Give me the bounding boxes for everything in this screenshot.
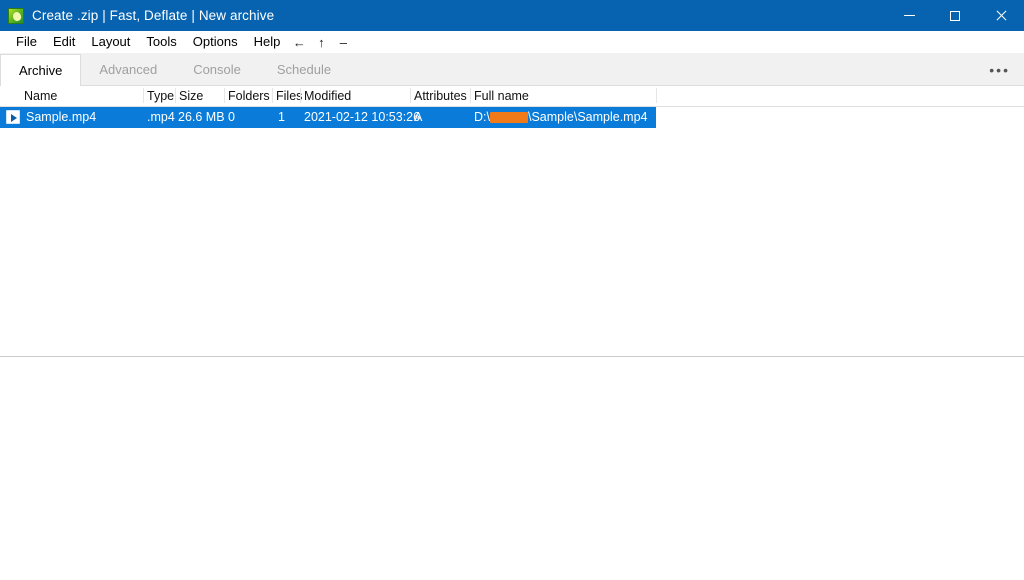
maximize-button[interactable] <box>932 0 978 31</box>
menu-item-help[interactable]: Help <box>246 32 289 52</box>
cell-name: Sample.mp4 <box>26 110 97 124</box>
tab-archive[interactable]: Archive <box>0 54 82 86</box>
cell-modified: 2021-02-12 10:53:26 <box>304 110 421 124</box>
column-header-size[interactable]: Size <box>179 89 203 103</box>
menu-item-options[interactable]: Options <box>185 32 246 52</box>
close-icon <box>995 10 1007 22</box>
cell-size: 26.6 MB <box>178 110 225 124</box>
file-list-header: Name Type Size Folders Files Modified At… <box>0 86 1024 107</box>
fullname-suffix: \Sample\Sample.mp4 <box>527 110 648 124</box>
column-header-files[interactable]: Files <box>276 89 302 103</box>
table-row[interactable]: Sample.mp4 .mp4 26.6 MB 0 1 2021-02-12 1… <box>0 107 656 128</box>
minimize-button[interactable] <box>886 0 932 31</box>
fullname-prefix: D:\ <box>474 110 490 124</box>
cell-files: 1 <box>278 110 285 124</box>
menu-item-file[interactable]: File <box>8 32 45 52</box>
redacted-path-segment <box>489 112 528 124</box>
column-header-folders[interactable]: Folders <box>228 89 270 103</box>
video-file-icon <box>6 110 20 124</box>
menu-bar: File Edit Layout Tools Options Help ← ↑ … <box>0 31 1024 53</box>
tab-strip: Archive Advanced Console Schedule ••• <box>0 53 1024 86</box>
file-list: Name Type Size Folders Files Modified At… <box>0 86 1024 356</box>
menu-item-edit[interactable]: Edit <box>45 32 83 52</box>
peazip-icon <box>8 7 24 24</box>
window-title: Create .zip | Fast, Deflate | New archiv… <box>32 8 275 23</box>
cell-fullname: D:\ \Sample\Sample.mp4 <box>474 110 648 124</box>
peazip-create-archive-window: Create .zip | Fast, Deflate | New archiv… <box>0 0 1024 580</box>
column-header-name[interactable]: Name <box>24 89 57 103</box>
menu-item-layout[interactable]: Layout <box>83 32 138 52</box>
cell-folders: 0 <box>228 110 235 124</box>
cell-type: .mp4 <box>147 110 175 124</box>
up-arrow-icon[interactable]: ↑ <box>310 33 332 51</box>
dash-icon[interactable]: – <box>332 33 354 51</box>
title-bar: Create .zip | Fast, Deflate | New archiv… <box>0 0 1024 31</box>
maximize-icon <box>950 10 960 21</box>
window-controls <box>886 0 1024 31</box>
close-button[interactable] <box>978 0 1024 31</box>
back-arrow-icon[interactable]: ← <box>288 33 310 51</box>
column-header-fullname[interactable]: Full name <box>474 89 529 103</box>
tab-console[interactable]: Console <box>175 54 259 85</box>
tab-schedule[interactable]: Schedule <box>259 54 349 85</box>
menu-item-tools[interactable]: Tools <box>138 32 184 52</box>
cell-attributes: A <box>414 110 423 124</box>
column-header-attributes[interactable]: Attributes <box>414 89 467 103</box>
archive-options-panel: Output ⌄ D:\\Sample\Sample.zip ... Enter… <box>0 357 1024 580</box>
column-header-type[interactable]: Type <box>147 89 174 103</box>
file-list-rows: Sample.mp4 .mp4 26.6 MB 0 1 2021-02-12 1… <box>0 107 1024 355</box>
minimize-icon <box>903 15 915 16</box>
overflow-menu-icon[interactable]: ••• <box>989 63 1010 77</box>
column-header-modified[interactable]: Modified <box>304 89 351 103</box>
tab-advanced[interactable]: Advanced <box>81 54 175 85</box>
